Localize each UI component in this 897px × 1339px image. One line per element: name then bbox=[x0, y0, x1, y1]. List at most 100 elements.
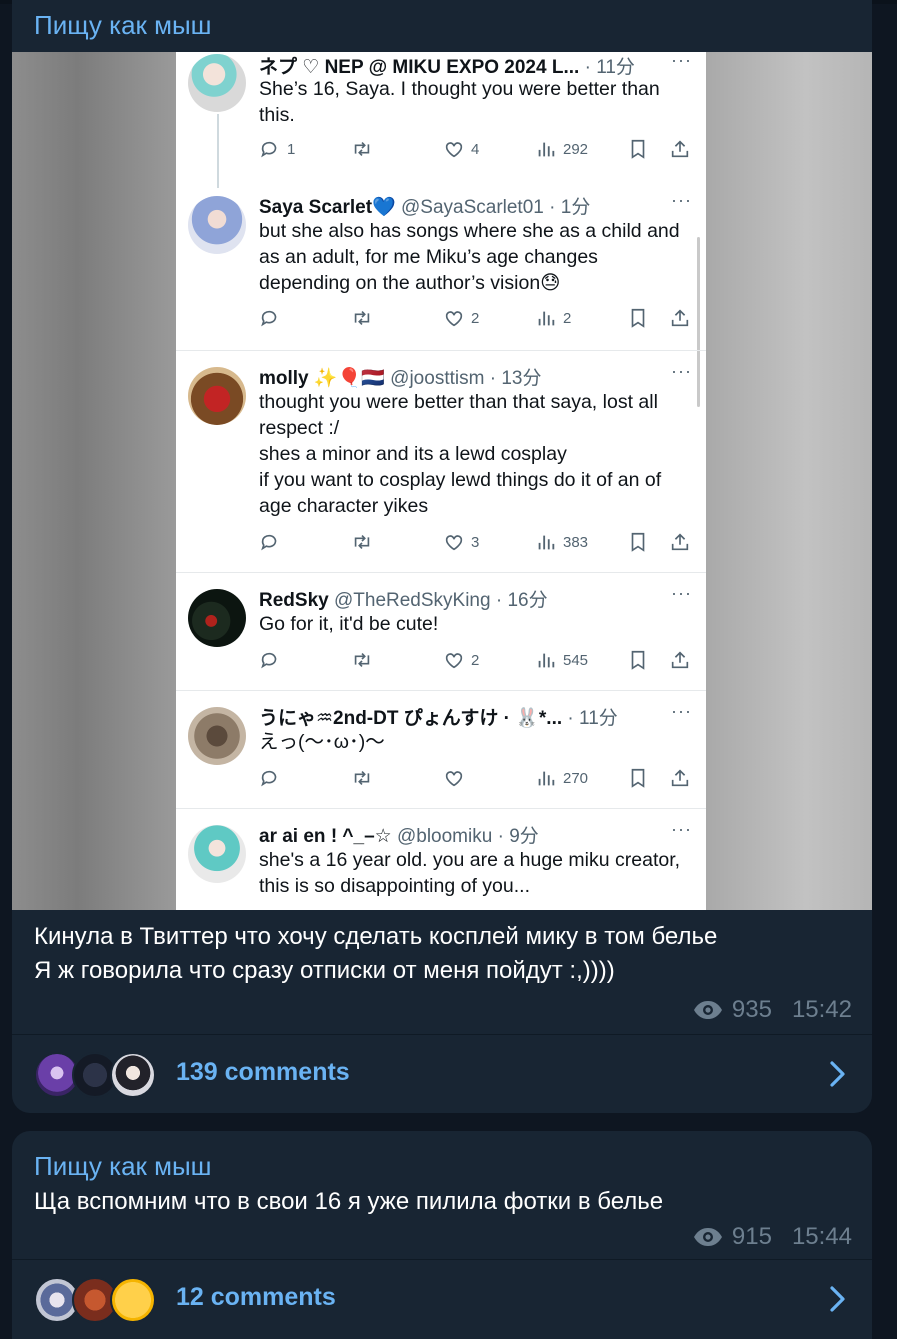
share-icon bbox=[669, 307, 691, 329]
views-icon: 383 bbox=[535, 531, 588, 553]
reply-icon bbox=[259, 531, 281, 553]
avatar bbox=[188, 54, 246, 112]
tweet-time: · 11分 bbox=[584, 57, 635, 78]
divider bbox=[12, 1034, 872, 1035]
photo-blur-left bbox=[12, 52, 176, 910]
tweet-text: but she also has songs where she as a ch… bbox=[259, 220, 680, 294]
tweet: ネプ ♡ NEP @ MIKU EXPO 2024 L... · 11分 ···… bbox=[176, 52, 706, 184]
tweet-text: thought you were better than that saya, … bbox=[259, 391, 662, 517]
comments-button[interactable]: 139 comments bbox=[12, 1036, 872, 1113]
reply-icon bbox=[259, 767, 281, 789]
tweet-author: Saya Scarlet bbox=[259, 197, 373, 218]
tweet-handle: @bloomiku · 9分 bbox=[396, 826, 539, 847]
channel-post[interactable]: Пищу как мыш ネプ ♡ NEP @ MIKU EXPO 2024 L… bbox=[12, 0, 872, 1113]
tweet-header: molly ✨🎈🇳🇱 @joosttism · 13分 ··· bbox=[259, 363, 696, 391]
tweet-author: ネプ ♡ NEP @ MIKU EXPO 2024 L... bbox=[259, 57, 580, 78]
avatar bbox=[188, 367, 246, 425]
twitter-screenshot: ネプ ♡ NEP @ MIKU EXPO 2024 L... · 11分 ···… bbox=[176, 52, 706, 910]
tweet-author: RedSky bbox=[259, 590, 329, 611]
more-icon: ··· bbox=[671, 363, 692, 381]
channel-name[interactable]: Пищу как мыш bbox=[34, 1151, 212, 1182]
tweet-header: うにゃ♒2nd-DT ぴょんすけ · 🐰*... · 11分 ··· bbox=[259, 703, 696, 731]
channel-post[interactable]: Пищу как мыш Ща вспомним что в свои 16 я… bbox=[12, 1131, 872, 1339]
post-caption: Ща вспомним что в свои 16 я уже пилила ф… bbox=[34, 1188, 664, 1215]
chevron-right-icon[interactable] bbox=[824, 1058, 850, 1090]
tweet-actions: 3 383 bbox=[259, 531, 696, 555]
chevron-right-icon[interactable] bbox=[824, 1283, 850, 1315]
reply-icon: 1 bbox=[259, 138, 295, 160]
tweet-text: she's a 16 year old. you are a huge miku… bbox=[259, 849, 681, 897]
tweet: ar ai en ! ^_–☆ @bloomiku · 9分 ··· she's… bbox=[176, 808, 706, 910]
channel-name[interactable]: Пищу как мыш bbox=[34, 10, 212, 41]
view-count: 915 bbox=[731, 1223, 772, 1250]
retweet-icon bbox=[351, 767, 373, 789]
name-emoji: ✨🎈🇳🇱 bbox=[313, 368, 385, 389]
views-icon: 2 bbox=[535, 307, 571, 329]
commenter-avatars bbox=[34, 1052, 164, 1098]
comments-button[interactable]: 12 comments bbox=[12, 1261, 872, 1339]
like-icon: 4 bbox=[443, 138, 479, 160]
views-icon: 545 bbox=[535, 649, 588, 671]
like-icon: 2 bbox=[443, 649, 479, 671]
eye-icon bbox=[692, 999, 724, 1021]
reply-icon bbox=[259, 307, 281, 329]
tweet-actions: 1 4 292 bbox=[259, 138, 696, 162]
post-time: 15:44 bbox=[791, 1223, 852, 1250]
post-meta: 915 15:44 bbox=[692, 1223, 852, 1251]
post-time: 15:42 bbox=[791, 996, 852, 1023]
views-icon: 292 bbox=[535, 138, 588, 160]
reply-icon bbox=[259, 649, 281, 671]
more-icon: ··· bbox=[671, 52, 692, 70]
tweet-author: molly bbox=[259, 368, 309, 389]
bookmark-icon bbox=[627, 767, 649, 789]
tweet-text: Go for it, it'd be cute! bbox=[259, 613, 439, 635]
avatar bbox=[188, 707, 246, 765]
comments-count[interactable]: 12 comments bbox=[176, 1283, 336, 1312]
avatar bbox=[188, 196, 246, 254]
tweet-author: ar ai en ! ^_–☆ bbox=[259, 826, 392, 847]
tweet-author: うにゃ♒2nd-DT ぴょんすけ · 🐰*... bbox=[259, 708, 563, 729]
view-count: 935 bbox=[731, 996, 772, 1023]
retweet-icon bbox=[351, 307, 373, 329]
commenter-avatars bbox=[34, 1277, 164, 1323]
tweet-handle: @TheRedSkyKing · 16分 bbox=[333, 590, 548, 611]
post-photo[interactable]: ネプ ♡ NEP @ MIKU EXPO 2024 L... · 11分 ···… bbox=[12, 52, 872, 910]
retweet-icon bbox=[351, 649, 373, 671]
share-icon bbox=[669, 649, 691, 671]
bookmark-icon bbox=[627, 531, 649, 553]
more-icon: ··· bbox=[671, 703, 692, 721]
caption-line: Я ж говорила что сразу отписки от меня п… bbox=[34, 957, 615, 984]
avatar bbox=[188, 589, 246, 647]
tweet-handle: @SayaScarlet01 · 1分 bbox=[400, 197, 591, 218]
tweet-time: · 11分 bbox=[567, 708, 618, 729]
tweet: molly ✨🎈🇳🇱 @joosttism · 13分 ··· thought … bbox=[176, 350, 706, 572]
retweet-icon bbox=[351, 531, 373, 553]
tweet: RedSky @TheRedSkyKing · 16分 ··· Go for i… bbox=[176, 572, 706, 690]
tweet-actions: 2 545 bbox=[259, 649, 696, 673]
more-icon: ··· bbox=[671, 192, 692, 210]
tweet-header: Saya Scarlet💙 @SayaScarlet01 · 1分 ··· bbox=[259, 192, 696, 220]
tweet-text: She’s 16, Saya. I thought you were bette… bbox=[259, 78, 660, 126]
post-meta: 935 15:42 bbox=[692, 996, 852, 1024]
retweet-icon bbox=[351, 138, 373, 160]
tweet-text: えっ(〜･ω･)〜 bbox=[259, 731, 385, 753]
like-icon: 3 bbox=[443, 531, 479, 553]
more-icon: ··· bbox=[671, 585, 692, 603]
like-icon bbox=[443, 767, 465, 789]
caption-line: Кинула в Твиттер что хочу сделать коспле… bbox=[34, 923, 718, 950]
avatar bbox=[110, 1052, 156, 1098]
verified-emoji: 💙 bbox=[372, 197, 396, 218]
share-icon bbox=[669, 138, 691, 160]
tweet: Saya Scarlet💙 @SayaScarlet01 · 1分 ··· bu… bbox=[176, 192, 706, 350]
bookmark-icon bbox=[627, 138, 649, 160]
tweet-header: RedSky @TheRedSkyKing · 16分 ··· bbox=[259, 585, 696, 613]
divider bbox=[12, 1259, 872, 1260]
tweet: うにゃ♒2nd-DT ぴょんすけ · 🐰*... · 11分 ··· えっ(〜･… bbox=[176, 690, 706, 808]
eye-icon bbox=[692, 1226, 724, 1248]
photo-blur-right bbox=[706, 52, 872, 910]
tweet-handle: @joosttism · 13分 bbox=[390, 368, 542, 389]
comments-count[interactable]: 139 comments bbox=[176, 1058, 350, 1087]
share-icon bbox=[669, 767, 691, 789]
more-icon: ··· bbox=[671, 821, 692, 839]
views-icon: 270 bbox=[535, 767, 588, 789]
